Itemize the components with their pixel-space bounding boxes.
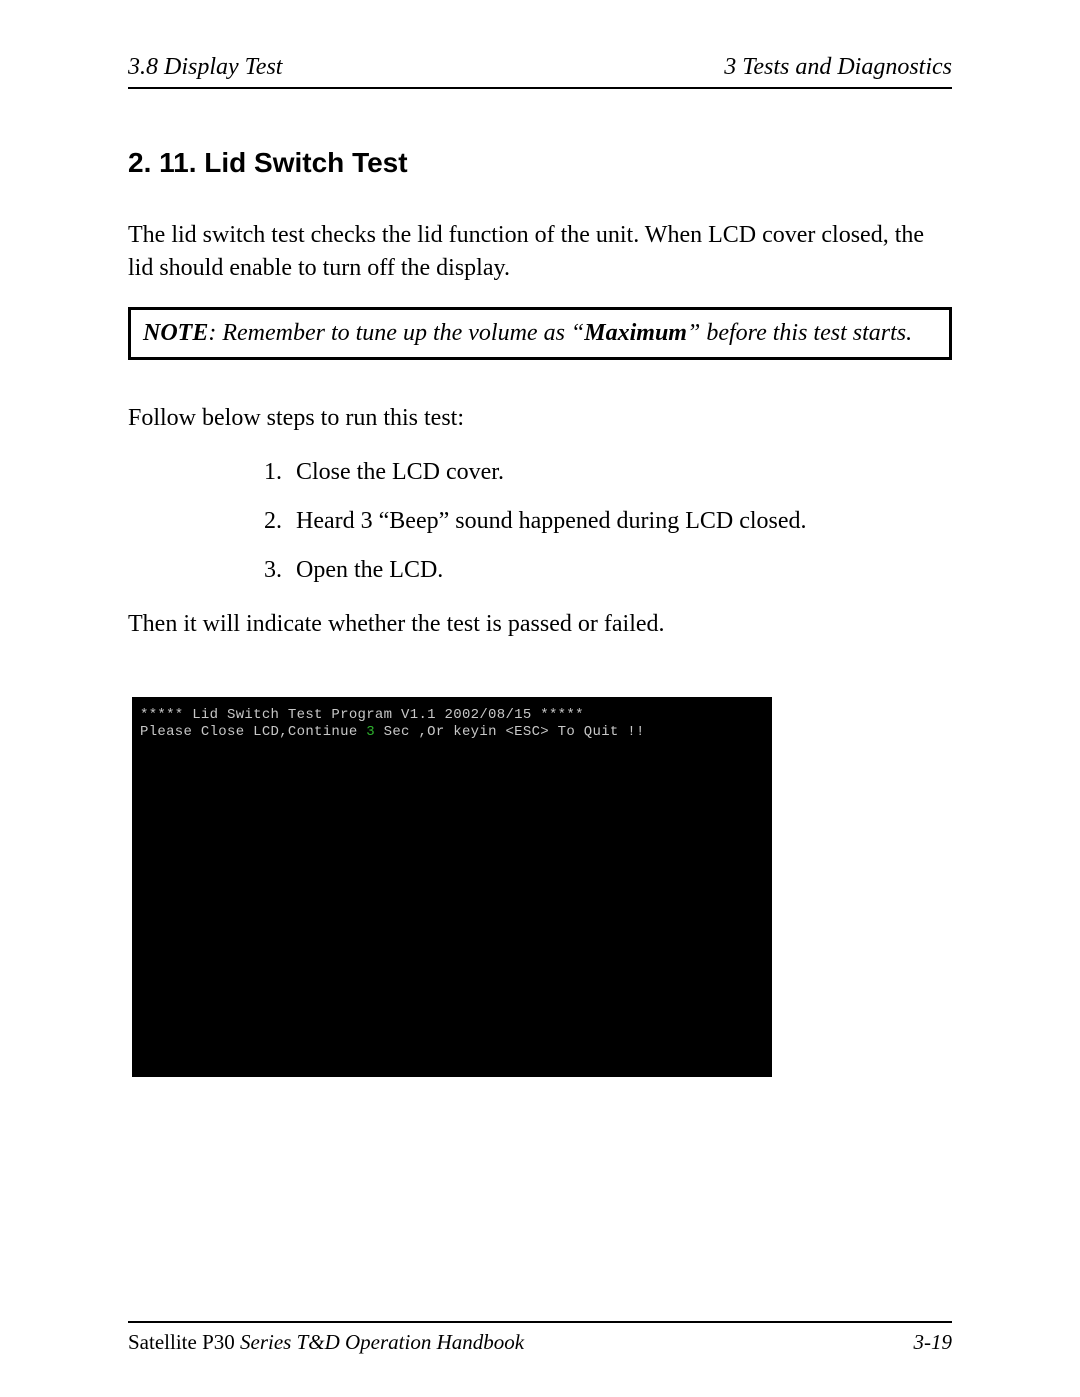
list-item: Close the LCD cover. (288, 459, 952, 486)
footer-left-suffix: Series T&D Operation Handbook (235, 1330, 524, 1354)
note-text-after: ” before this test starts. (687, 320, 912, 346)
intro-paragraph: The lid switch test checks the lid funct… (128, 219, 952, 285)
console-line-2-green: 3 (366, 724, 375, 740)
note-text-before: Remember to tune up the volume as “ (222, 320, 584, 346)
document-page: 3.8 Display Test 3 Tests and Diagnostics… (0, 0, 1080, 1397)
section-heading: 2. 11. Lid Switch Test (128, 147, 952, 179)
result-line: Then it will indicate whether the test i… (128, 608, 952, 641)
note-bold-word: Maximum (584, 320, 687, 346)
list-item: Heard 3 “Beep” sound happened during LCD… (288, 508, 952, 535)
console-line-2: Please Close LCD,Continue 3 Sec ,Or keyi… (140, 724, 764, 740)
footer-left-prefix: Satellite (128, 1330, 202, 1354)
steps-list: Close the LCD cover. Heard 3 “Beep” soun… (128, 459, 952, 584)
follow-intro: Follow below steps to run this test: (128, 402, 952, 435)
footer-left: Satellite P30 Series T&D Operation Handb… (128, 1330, 524, 1355)
note-box: NOTE: Remember to tune up the volume as … (128, 307, 952, 360)
note-label: NOTE (143, 320, 208, 346)
running-header: 3.8 Display Test 3 Tests and Diagnostics (128, 54, 952, 89)
footer-left-model: P30 (202, 1330, 235, 1354)
footer-right: 3-19 (914, 1330, 953, 1355)
console-screenshot: ***** Lid Switch Test Program V1.1 2002/… (132, 697, 772, 1077)
list-item: Open the LCD. (288, 557, 952, 584)
header-left: 3.8 Display Test (128, 54, 282, 81)
header-right: 3 Tests and Diagnostics (724, 54, 952, 81)
console-line-2a: Please Close LCD,Continue (140, 724, 366, 740)
footer-rule (128, 1321, 952, 1323)
console-line-2b: Sec ,Or keyin <ESC> To Quit !! (375, 724, 645, 740)
note-sep: : (208, 320, 222, 346)
console-line-1: ***** Lid Switch Test Program V1.1 2002/… (140, 707, 764, 723)
running-footer: Satellite P30 Series T&D Operation Handb… (128, 1330, 952, 1355)
